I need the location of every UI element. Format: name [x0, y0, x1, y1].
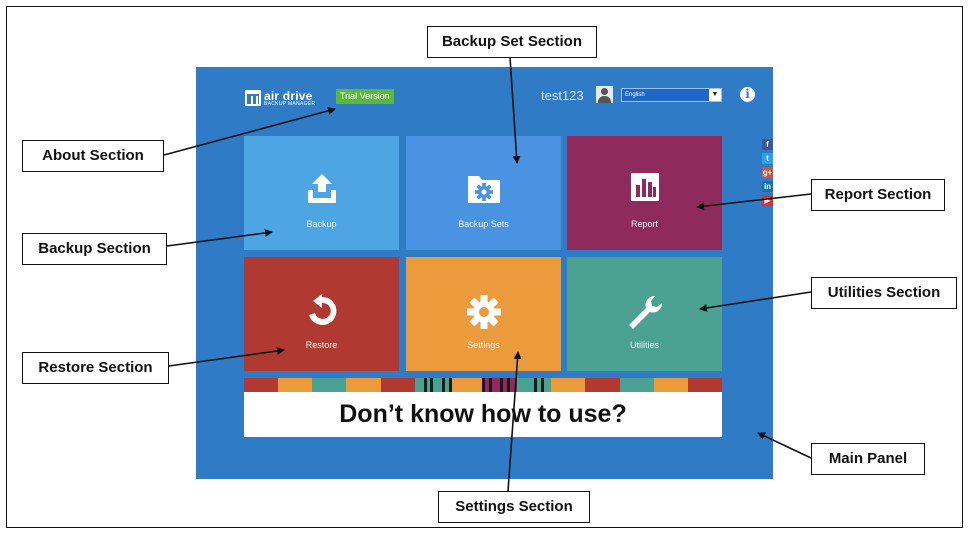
- callout-arrows: [163, 56, 812, 492]
